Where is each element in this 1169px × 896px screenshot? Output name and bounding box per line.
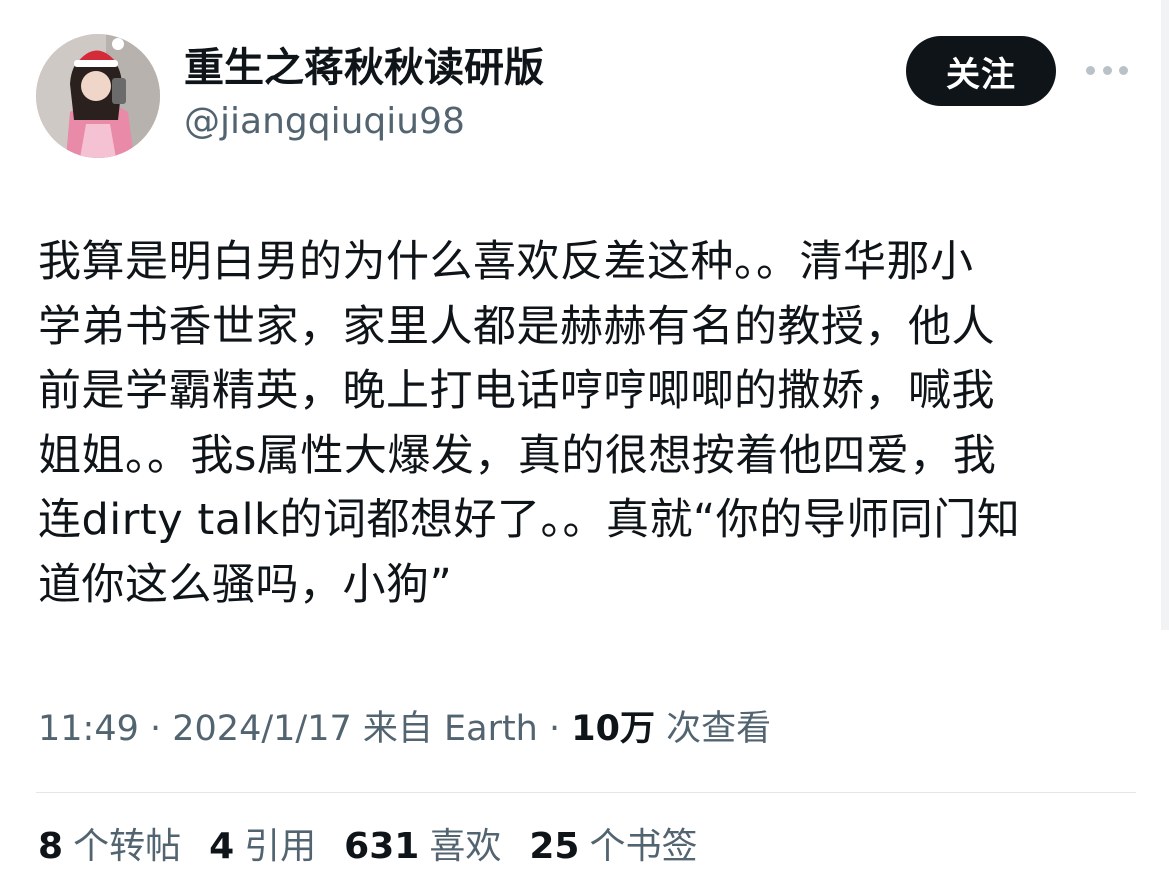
more-dot [1102,65,1112,75]
tweet-line: 姐姐。。我s属性大爆发，真的很想按着他四爱，我 [38,430,997,481]
tweet-line: 学弟书香世家，家里人都是赫赫有名的教授，他人 [38,301,995,352]
stat-count: 4 [209,826,235,867]
stat-label: 引用 [244,826,317,867]
avatar-image [36,34,160,158]
stat-label: 喜欢 [429,826,502,867]
tweet-source: 来自 Earth [362,709,538,749]
meta-separator: · [537,709,572,749]
tweet-line: 我算是明白男的为什么喜欢反差这种。。清华那小 [38,237,974,287]
avatar[interactable] [36,34,160,158]
tweet-line: 道你这么骚吗，小狗” [38,559,453,610]
stat-count: 25 [529,826,580,867]
follow-button[interactable]: 关注 [906,36,1056,106]
tweet-line: 前是学霸精英，晚上打电话哼哼唧唧的撒娇，喊我 [38,366,995,416]
user-handle[interactable]: @jiangqiuqiu98 [184,100,544,144]
display-name[interactable]: 重生之蒋秋秋读研版 [184,44,544,92]
scrollbar-track[interactable] [1161,0,1169,630]
views-label: 次查看 [666,709,772,749]
tweet-time[interactable]: 11:49 [38,709,139,749]
tweet-line: 连dirty talk的词都想好了。。真就“你的导师同门知 [38,495,1021,545]
stat-label: 个书签 [589,826,698,867]
views-count: 10万 [571,709,655,749]
stat-quotes[interactable]: 4 引用 [209,824,316,870]
stat-count: 631 [344,826,420,867]
meta-separator: · [138,709,173,749]
more-dot [1086,65,1095,75]
divider [36,792,1136,793]
stat-label: 个转帖 [73,826,182,867]
tweet-text: 我算是明白男的为什么喜欢反差这种。。清华那小 学弟书香世家，家里人都是赫赫有名的教… [38,230,1128,617]
tweet-date[interactable]: 2024/1/17 [172,709,351,749]
stat-reposts[interactable]: 8 个转帖 [38,824,181,870]
more-horizontal-icon[interactable] [1086,60,1128,80]
more-dot [1119,65,1128,75]
tweet-meta: 11:49 · 2024/1/17 来自 Earth · 10万 次查看 [38,706,771,752]
stat-count: 8 [38,826,64,867]
engagement-stats: 8 个转帖 4 引用 631 喜欢 25 个书签 [38,824,697,870]
tweet-header: 重生之蒋秋秋读研版 @jiangqiuqiu98 关注 [36,30,1136,160]
stat-bookmarks[interactable]: 25 个书签 [529,824,697,870]
stat-likes[interactable]: 631 喜欢 [344,824,501,870]
user-names: 重生之蒋秋秋读研版 @jiangqiuqiu98 [184,44,544,144]
